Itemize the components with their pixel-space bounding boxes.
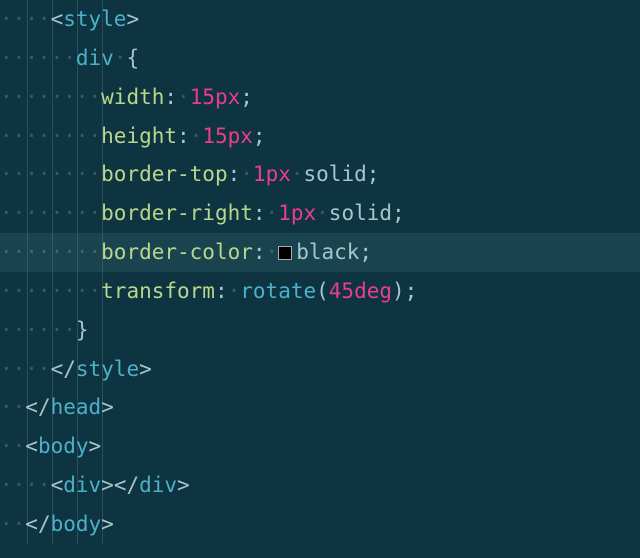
css-prop: height — [101, 124, 177, 148]
code-line: ······} — [0, 311, 640, 350]
code-line: ········transform:·rotate(45deg); — [0, 272, 640, 311]
code-line: ····<style> — [0, 0, 640, 39]
whitespace: ········ — [0, 279, 101, 303]
code-line: ········border-top:·1px·solid; — [0, 155, 640, 194]
whitespace: ·· — [0, 434, 25, 458]
css-num: 15 — [202, 124, 227, 148]
css-val: black — [296, 240, 359, 264]
css-val: solid — [329, 201, 392, 225]
css-unit: px — [228, 124, 253, 148]
whitespace: ···· — [0, 473, 51, 497]
code-line: ········border-right:·1px·solid; — [0, 194, 640, 233]
code-line: ····</style> — [0, 350, 640, 389]
tag-div: div — [63, 473, 101, 497]
whitespace: ········ — [0, 85, 101, 109]
code-line: ··</body> — [0, 505, 640, 544]
whitespace: ···· — [0, 357, 51, 381]
whitespace: ········ — [0, 124, 101, 148]
code-line-active: ········border-color:·black; — [0, 233, 640, 272]
tag-head-close: head — [51, 395, 102, 419]
code-line: ········height:·15px; — [0, 117, 640, 156]
code-line: ······div·{ — [0, 39, 640, 78]
css-prop: width — [101, 85, 164, 109]
css-num: 1 — [253, 162, 266, 186]
css-num: 15 — [190, 85, 215, 109]
tag-style-close: style — [76, 357, 139, 381]
css-prop: transform — [101, 279, 215, 303]
tag-body-open: body — [38, 434, 89, 458]
whitespace: ········ — [0, 240, 101, 264]
tag-div-close: div — [139, 473, 177, 497]
whitespace: ······ — [0, 318, 76, 342]
whitespace: ···· — [0, 7, 51, 31]
code-line: ········width:·15px; — [0, 78, 640, 117]
css-val: solid — [304, 162, 367, 186]
color-swatch-icon — [278, 246, 292, 260]
tag-style: style — [63, 7, 126, 31]
css-prop: border-top — [101, 162, 227, 186]
brace-open: { — [126, 46, 139, 70]
css-unit: px — [215, 85, 240, 109]
css-unit: px — [266, 162, 291, 186]
brace-close: } — [76, 318, 89, 342]
css-num: 45 — [329, 279, 354, 303]
code-line: ··<body> — [0, 427, 640, 466]
code-line: ····<div></div> — [0, 466, 640, 505]
whitespace: ·· — [0, 395, 25, 419]
whitespace: ······ — [0, 46, 76, 70]
css-prop: border-right — [101, 201, 253, 225]
whitespace: ········ — [0, 162, 101, 186]
css-func: rotate — [240, 279, 316, 303]
css-prop: border-color — [101, 240, 253, 264]
whitespace: ········ — [0, 201, 101, 225]
code-line: ··</head> — [0, 388, 640, 427]
css-num: 1 — [278, 201, 291, 225]
css-unit: deg — [354, 279, 392, 303]
tag-body-close: body — [51, 512, 102, 536]
css-unit: px — [291, 201, 316, 225]
code-editor[interactable]: ····<style> ······div·{ ········width:·1… — [0, 0, 640, 544]
selector: div — [76, 46, 114, 70]
whitespace: ·· — [0, 512, 25, 536]
